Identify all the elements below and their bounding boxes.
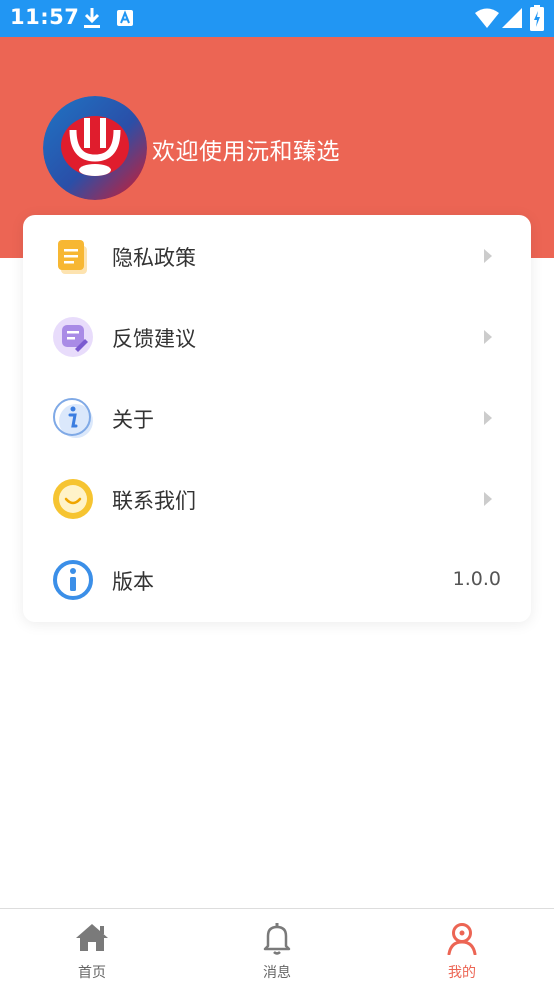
menu-item-label: 关于: [112, 408, 154, 432]
contact-icon: [53, 479, 93, 519]
document-icon: [58, 240, 87, 274]
tab-label: 消息: [263, 965, 291, 981]
chevron-right-icon: [484, 249, 492, 263]
chevron-right-icon: [484, 492, 492, 506]
menu-item-feedback[interactable]: 反馈建议: [23, 296, 531, 377]
menu-item-label: 版本: [112, 570, 154, 594]
feedback-icon: [53, 317, 93, 357]
settings-menu-card: 隐私政策 反馈建议 关于 联系我们 版本 1.0.0: [23, 215, 531, 622]
menu-item-about[interactable]: 关于: [23, 377, 531, 458]
menu-item-version: 版本 1.0.0: [23, 539, 531, 620]
menu-item-privacy-policy[interactable]: 隐私政策: [23, 215, 531, 296]
bell-icon: [263, 923, 291, 955]
tab-label: 我的: [448, 965, 476, 981]
cell-signal-icon: [502, 8, 522, 28]
menu-item-label: 反馈建议: [112, 327, 196, 351]
download-icon: [84, 8, 100, 28]
menu-item-label: 隐私政策: [112, 246, 196, 270]
menu-item-contact-us[interactable]: 联系我们: [23, 458, 531, 539]
menu-item-label: 联系我们: [112, 489, 196, 513]
version-number: 1.0.0: [452, 568, 501, 590]
welcome-text: 欢迎使用沅和臻选: [152, 139, 340, 165]
chevron-right-icon: [484, 411, 492, 425]
battery-charging-icon: [530, 5, 544, 31]
tab-home[interactable]: 首页: [0, 909, 184, 984]
bottom-navigation: 首页 消息 我的: [0, 908, 554, 984]
wifi-icon: [475, 8, 499, 28]
tab-mine[interactable]: 我的: [370, 909, 554, 984]
chevron-right-icon: [484, 330, 492, 344]
tab-label: 首页: [78, 965, 106, 981]
accessibility-icon: [117, 10, 133, 26]
version-info-icon: [53, 560, 93, 600]
tab-messages[interactable]: 消息: [185, 909, 369, 984]
status-bar: 11:57: [0, 0, 554, 37]
app-logo-avatar: [43, 96, 147, 200]
home-icon: [76, 924, 108, 951]
profile-icon: [447, 923, 477, 955]
about-icon: [53, 398, 93, 438]
status-time: 11:57: [10, 5, 80, 29]
